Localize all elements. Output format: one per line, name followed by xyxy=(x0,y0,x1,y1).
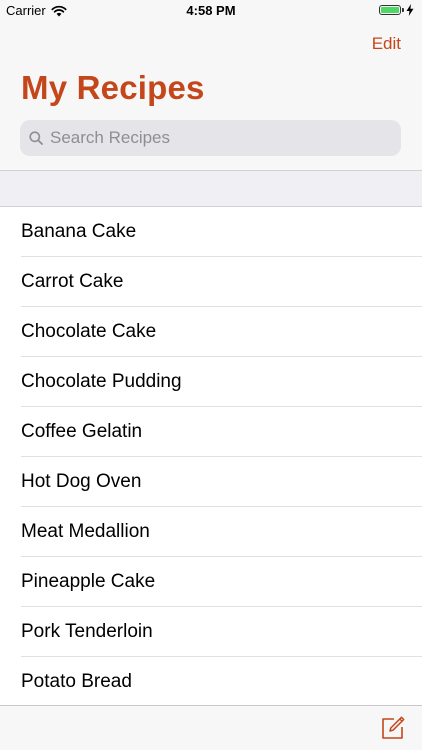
status-bar: Carrier 4:58 PM xyxy=(0,0,422,22)
recipe-list-item[interactable]: Potato Bread xyxy=(0,657,422,707)
recipe-list-item[interactable]: Chocolate Cake xyxy=(0,307,422,357)
search-bar[interactable] xyxy=(20,120,401,156)
recipe-list-item[interactable]: Coffee Gelatin xyxy=(0,407,422,457)
recipe-name: Pork Tenderloin xyxy=(21,621,153,642)
recipe-name: Potato Bread xyxy=(21,671,132,692)
recipe-list-item[interactable]: Carrot Cake xyxy=(0,257,422,307)
compose-icon[interactable] xyxy=(380,715,406,741)
battery-cap xyxy=(402,8,404,12)
recipe-name: Coffee Gelatin xyxy=(21,421,143,442)
page-title: My Recipes xyxy=(21,69,205,106)
bottom-toolbar xyxy=(0,705,422,750)
recipe-list-item[interactable]: Hot Dog Oven xyxy=(0,457,422,507)
status-time: 4:58 PM xyxy=(186,3,236,18)
recipe-list: Banana Cake Carrot Cake Chocolate Cake Choc… xyxy=(0,207,422,707)
recipe-name: Carrot Cake xyxy=(21,271,124,292)
charging-bolt-icon xyxy=(406,4,414,16)
recipe-list-item[interactable]: Chocolate Pudding xyxy=(0,357,422,407)
recipe-name: Pineapple Cake xyxy=(21,571,156,592)
recipe-list-item[interactable]: Meat Medallion xyxy=(0,507,422,557)
recipe-name: Meat Medallion xyxy=(21,521,150,542)
battery-indicator xyxy=(379,4,414,16)
section-separator xyxy=(0,170,422,207)
battery-level-fill xyxy=(381,7,399,13)
recipe-list-item[interactable]: Pineapple Cake xyxy=(0,557,422,607)
navigation-header: Edit My Recipes xyxy=(0,22,422,170)
search-icon xyxy=(29,131,43,145)
recipe-name: Banana Cake xyxy=(21,221,137,242)
search-input[interactable] xyxy=(50,128,380,148)
recipe-list-item[interactable]: Banana Cake xyxy=(0,207,422,257)
edit-button[interactable]: Edit xyxy=(372,34,401,54)
recipe-name: Chocolate Cake xyxy=(21,321,157,342)
recipe-name: Chocolate Pudding xyxy=(21,371,182,392)
battery-icon xyxy=(379,5,401,15)
recipe-name: Hot Dog Oven xyxy=(21,471,142,492)
recipe-list-item[interactable]: Pork Tenderloin xyxy=(0,607,422,657)
